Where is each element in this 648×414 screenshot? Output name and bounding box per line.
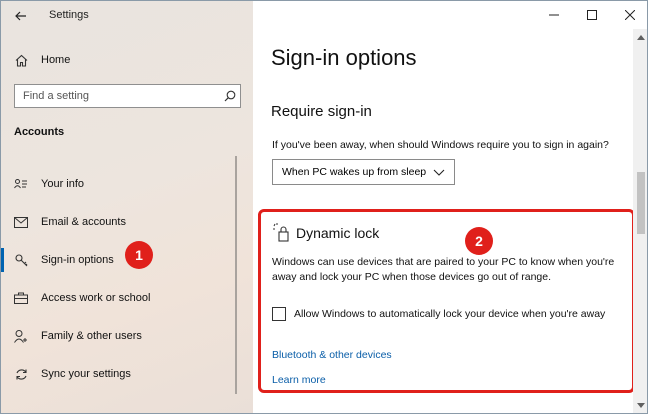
sidebar: Settings Home Accounts Your info <box>1 1 253 413</box>
require-signin-dropdown[interactable]: When PC wakes up from sleep <box>272 159 455 185</box>
person-add-icon <box>14 329 28 343</box>
nav-home-label: Home <box>41 54 71 66</box>
scroll-down-button[interactable] <box>633 397 647 413</box>
scroll-down-icon <box>637 402 645 408</box>
sidebar-item-label: Email & accounts <box>41 216 126 228</box>
titlebar-left: Settings <box>1 1 253 31</box>
require-signin-heading: Require sign-in <box>271 103 372 120</box>
search-icon[interactable] <box>220 90 240 102</box>
sidebar-item-label: Sync your settings <box>41 368 131 380</box>
bluetooth-devices-link[interactable]: Bluetooth & other devices <box>272 349 392 361</box>
maximize-button[interactable] <box>573 1 611 29</box>
sidebar-item-sync-settings[interactable]: Sync your settings <box>1 355 253 393</box>
dynamic-lock-icon <box>272 223 290 243</box>
back-arrow-icon <box>15 11 26 21</box>
annotation-badge-2: 2 <box>465 227 493 255</box>
section-title: Accounts <box>14 126 65 138</box>
key-icon <box>14 253 28 267</box>
settings-window: Settings Home Accounts Your info <box>0 0 648 414</box>
sidebar-item-your-info[interactable]: Your info <box>1 165 253 203</box>
dynamic-lock-heading: Dynamic lock <box>296 225 380 241</box>
sidebar-scrollbar[interactable] <box>235 156 237 394</box>
scroll-up-icon <box>637 34 645 40</box>
require-signin-question: If you've been away, when should Windows… <box>272 139 609 151</box>
briefcase-icon <box>14 291 28 305</box>
nav-list: Your info Email & accounts Sign-in optio… <box>1 165 253 393</box>
sidebar-item-label: Access work or school <box>41 292 151 304</box>
active-indicator <box>1 248 4 272</box>
person-card-icon <box>14 177 28 191</box>
minimize-icon <box>549 14 559 16</box>
sidebar-item-label: Your info <box>41 178 85 190</box>
main-content: Sign-in options Require sign-in If you'v… <box>253 1 647 413</box>
search-input[interactable] <box>15 90 220 102</box>
dynamic-lock-description: Windows can use devices that are paired … <box>272 256 615 283</box>
app-title: Settings <box>49 9 89 21</box>
sidebar-item-access-work[interactable]: Access work or school <box>1 279 253 317</box>
mail-icon <box>14 215 28 229</box>
close-button[interactable] <box>611 1 647 29</box>
dynamic-lock-checkbox-row[interactable]: Allow Windows to automatically lock your… <box>272 307 605 321</box>
dynamic-lock-checkbox[interactable] <box>272 307 286 321</box>
sidebar-item-email-accounts[interactable]: Email & accounts <box>1 203 253 241</box>
dynamic-lock-checkbox-label: Allow Windows to automatically lock your… <box>294 308 606 320</box>
scroll-up-button[interactable] <box>633 29 647 45</box>
home-icon <box>14 53 28 67</box>
chevron-down-icon <box>433 169 445 176</box>
sync-icon <box>14 367 28 381</box>
sidebar-item-label: Sign-in options <box>41 254 114 266</box>
search-box[interactable] <box>14 84 241 108</box>
learn-more-link[interactable]: Learn more <box>272 374 326 386</box>
scroll-thumb[interactable] <box>637 172 645 234</box>
page-title: Sign-in options <box>271 45 417 70</box>
maximize-icon <box>587 10 597 20</box>
annotation-badge-1: 1 <box>125 241 153 269</box>
window-controls <box>535 1 647 29</box>
nav-home[interactable]: Home <box>1 47 253 73</box>
close-icon <box>625 10 635 20</box>
back-button[interactable] <box>11 7 31 25</box>
sidebar-item-family-users[interactable]: Family & other users <box>1 317 253 355</box>
main-scrollbar[interactable] <box>633 29 647 413</box>
minimize-button[interactable] <box>535 1 573 29</box>
sidebar-item-label: Family & other users <box>41 330 142 342</box>
dropdown-selected-value: When PC wakes up from sleep <box>282 166 427 178</box>
